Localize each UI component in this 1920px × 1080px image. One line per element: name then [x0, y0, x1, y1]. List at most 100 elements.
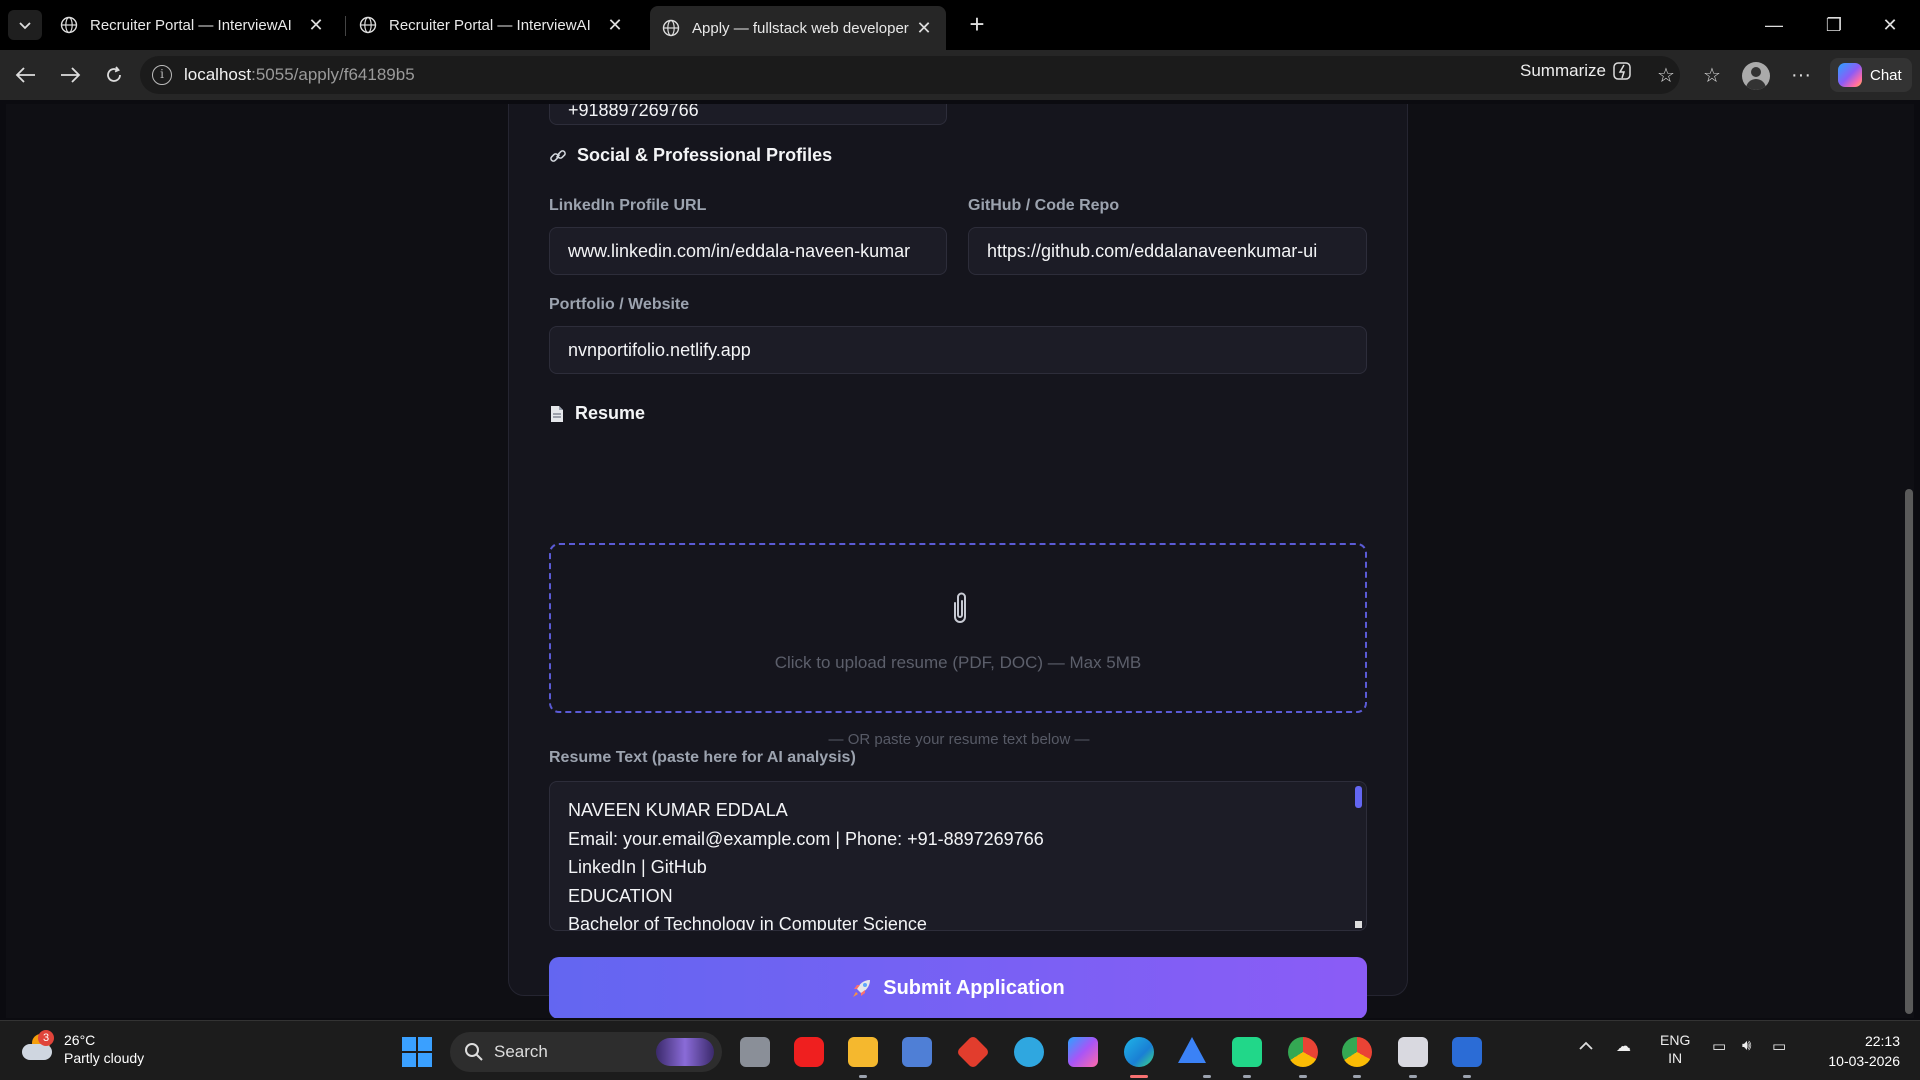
- show-hidden-icons[interactable]: [1578, 1039, 1594, 1056]
- search-icon: [465, 1043, 483, 1061]
- summarize-label: Summarize: [1520, 61, 1606, 80]
- pycharm-icon[interactable]: [1232, 1037, 1262, 1078]
- address-bar[interactable]: i localhost:5055/apply/f64189b5: [140, 56, 1680, 94]
- browser-tab-3-active[interactable]: Apply — fullstack web developer | ✕: [650, 6, 946, 50]
- tab-title: Recruiter Portal — InterviewAI: [90, 16, 292, 34]
- file-explorer-icon[interactable]: [848, 1037, 878, 1078]
- new-tab-button[interactable]: +: [960, 10, 994, 40]
- resume-text-area[interactable]: NAVEEN KUMAR EDDALA Email: your.email@ex…: [549, 781, 1367, 931]
- copilot-chat-button[interactable]: Chat: [1830, 58, 1912, 92]
- tab-actions-button[interactable]: [8, 10, 42, 40]
- chat-label: Chat: [1870, 66, 1902, 84]
- phone-value: +918897269766: [568, 104, 699, 120]
- language-indicator[interactable]: ENG IN: [1660, 1031, 1690, 1067]
- taskbar-search[interactable]: Search: [450, 1032, 722, 1072]
- edge-browser-icon[interactable]: [1124, 1037, 1154, 1078]
- word-icon[interactable]: [1452, 1037, 1482, 1078]
- resume-line: Bachelor of Technology in Computer Scien…: [568, 914, 927, 931]
- antigravity-icon[interactable]: [1178, 1037, 1211, 1078]
- tab-title: Recruiter Portal — InterviewAI: [389, 16, 591, 34]
- reload-button[interactable]: [98, 60, 130, 90]
- profile-avatar[interactable]: [1742, 62, 1770, 90]
- resume-line: Email: your.email@example.com | Phone: +…: [568, 828, 1044, 849]
- github-url-input[interactable]: https://github.com/eddalanaveenkumar-ui: [968, 227, 1367, 275]
- system-clock[interactable]: 22:13 10-03-2026: [1818, 1031, 1900, 1071]
- network-icon[interactable]: ▭: [1712, 1037, 1726, 1055]
- or-separator: — OR paste your resume text below —: [828, 731, 1090, 748]
- arrow-left-icon: [15, 67, 35, 83]
- favorite-star-icon[interactable]: ☆: [1652, 62, 1680, 88]
- upload-instructions: Click to upload resume (PDF, DOC) — Max …: [774, 653, 1142, 672]
- python-app-icon[interactable]: [1014, 1037, 1044, 1067]
- chrome-profile-icon[interactable]: [1342, 1037, 1372, 1078]
- resume-line: LinkedIn | GitHub: [568, 857, 707, 877]
- close-tab-icon[interactable]: ✕: [605, 15, 625, 36]
- close-tab-icon[interactable]: ✕: [306, 15, 326, 36]
- textarea-scrollbar-thumb[interactable]: [1355, 786, 1362, 808]
- application-form-card: +918897269766 Social & Professional Prof…: [508, 104, 1408, 1018]
- paperclip-icon: [954, 592, 966, 623]
- resume-section-heading: Resume: [549, 403, 645, 424]
- favorites-icon[interactable]: ☆: [1698, 62, 1726, 88]
- chrome-icon[interactable]: [1288, 1037, 1318, 1078]
- weather-widget[interactable]: 3 26°C Partly cloudy: [22, 1030, 144, 1067]
- portfolio-value: nvnportifolio.netlify.app: [568, 339, 751, 360]
- resume-upload-dropzone[interactable]: Click to upload resume (PDF, DOC) — Max …: [549, 543, 1367, 713]
- start-button[interactable]: [402, 1037, 432, 1067]
- tab-title: Apply — fullstack web developer |: [692, 19, 914, 37]
- url-path: :5055/apply/f64189b5: [251, 65, 415, 84]
- browser-toolbar: i localhost:5055/apply/f64189b5 Summariz…: [0, 50, 1920, 100]
- textarea-resize-handle[interactable]: [1355, 921, 1362, 928]
- page-scrollbar-thumb[interactable]: [1905, 489, 1913, 1014]
- linkedin-label: LinkedIn Profile URL: [549, 197, 707, 214]
- copilot-icon: [1838, 63, 1862, 87]
- onedrive-icon[interactable]: ☁: [1616, 1037, 1640, 1057]
- snipping-tool-icon[interactable]: [1398, 1037, 1428, 1078]
- url-host: localhost: [184, 65, 252, 84]
- site-info-icon[interactable]: i: [152, 65, 172, 85]
- git-icon[interactable]: [956, 1035, 990, 1069]
- document-icon: [551, 405, 563, 422]
- resume-line: NAVEEN KUMAR EDDALA: [568, 800, 788, 820]
- resume-text-label: Resume Text (paste here for AI analysis): [549, 749, 856, 766]
- browser-tab-2[interactable]: Recruiter Portal — InterviewAI ✕: [347, 6, 637, 44]
- summarize-icon: [1613, 62, 1631, 80]
- submit-application-button[interactable]: Submit Application: [549, 957, 1367, 1018]
- chevron-down-icon: [19, 22, 31, 30]
- restore-button[interactable]: ❐: [1806, 8, 1862, 42]
- minimize-button[interactable]: —: [1746, 8, 1802, 42]
- task-view-icon[interactable]: [740, 1037, 770, 1067]
- page-scrollbar[interactable]: [1904, 104, 1914, 1018]
- youtube-icon[interactable]: [794, 1037, 824, 1067]
- forward-button[interactable]: [54, 60, 86, 90]
- portfolio-url-input[interactable]: nvnportifolio.netlify.app: [549, 326, 1367, 374]
- language-code: ENG: [1660, 1032, 1691, 1048]
- more-options-icon[interactable]: ···: [1787, 62, 1815, 88]
- microsoft-store-icon[interactable]: [902, 1037, 932, 1067]
- search-label: Search: [494, 1042, 548, 1061]
- summarize-button[interactable]: Summarize: [1520, 60, 1634, 82]
- copilot-app-icon[interactable]: [1068, 1037, 1098, 1067]
- battery-icon[interactable]: ▭: [1772, 1037, 1786, 1055]
- partly-cloudy-icon: 3: [22, 1030, 56, 1064]
- github-value: https://github.com/eddalanaveenkumar-ui: [987, 240, 1318, 261]
- github-label: GitHub / Code Repo: [968, 197, 1120, 214]
- resume-line: EDUCATION: [568, 885, 673, 906]
- close-tab-icon[interactable]: ✕: [914, 18, 934, 39]
- phone-field[interactable]: +918897269766: [549, 104, 947, 125]
- tab-divider: [345, 16, 346, 36]
- refresh-icon: [107, 66, 121, 82]
- volume-icon[interactable]: 🔊︎: [1742, 1037, 1751, 1054]
- back-button[interactable]: [10, 60, 42, 90]
- clock-time: 22:13: [1864, 1033, 1900, 1049]
- temperature: 26°C: [64, 1032, 96, 1048]
- browser-tab-1[interactable]: Recruiter Portal — InterviewAI ✕: [48, 6, 338, 44]
- close-window-button[interactable]: ✕: [1862, 8, 1918, 42]
- arrow-right-icon: [61, 67, 81, 83]
- search-highlight-art: [656, 1038, 714, 1066]
- linkedin-url-input[interactable]: www.linkedin.com/in/eddala-naveen-kumar: [549, 227, 947, 275]
- clock-date: 10-03-2026: [1828, 1053, 1900, 1069]
- linkedin-value: www.linkedin.com/in/eddala-naveen-kumar: [568, 240, 911, 261]
- social-section-heading: Social & Professional Profiles: [549, 145, 832, 166]
- globe-icon: [359, 16, 377, 34]
